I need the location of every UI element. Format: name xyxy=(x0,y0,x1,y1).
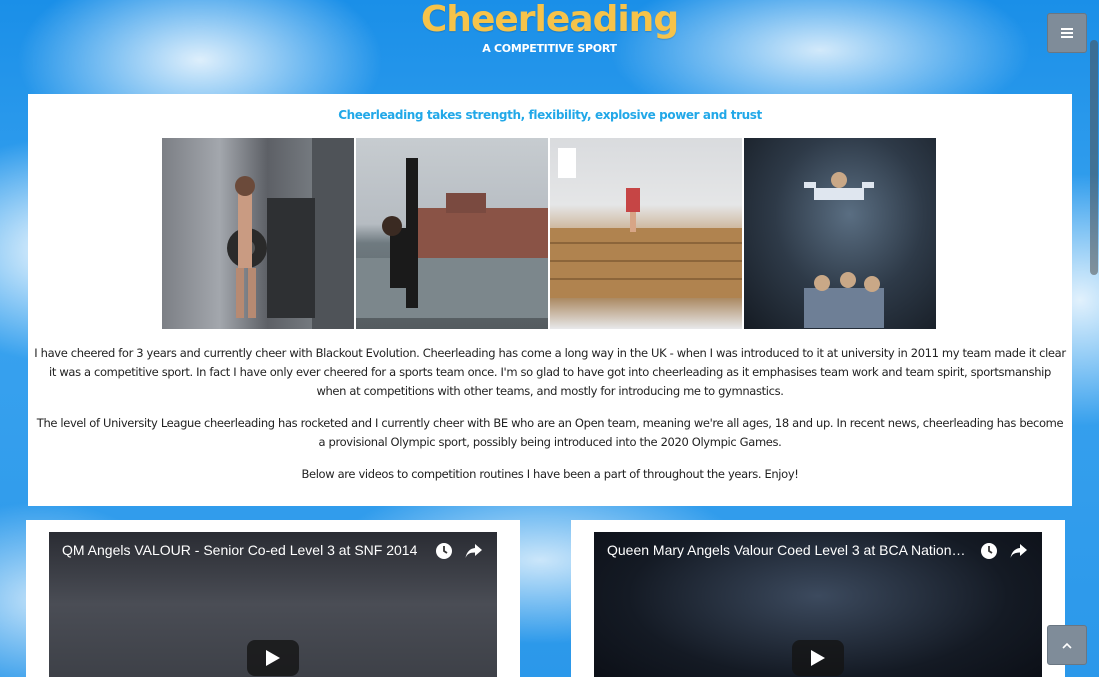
page-scrollbar[interactable] xyxy=(1090,40,1098,275)
video-card-2: Queen Mary Angels Valour Coed Level 3 at… xyxy=(571,520,1065,677)
video-title-1[interactable]: QM Angels VALOUR - Senior Co-ed Level 3 … xyxy=(62,542,422,558)
clock-icon[interactable] xyxy=(980,542,998,560)
intro-panel: Cheerleading takes strength, flexibility… xyxy=(28,94,1072,506)
chevron-up-icon xyxy=(1062,642,1072,649)
video-player-2[interactable]: Queen Mary Angels Valour Coed Level 3 at… xyxy=(594,532,1042,677)
play-button-1[interactable] xyxy=(247,640,299,676)
share-icon[interactable] xyxy=(465,542,483,560)
intro-paragraph-1: I have cheered for 3 years and currently… xyxy=(34,346,1066,398)
site-header: Cheerleading A COMPETITIVE SPORT xyxy=(0,0,1099,92)
photo-gallery xyxy=(162,138,936,329)
play-icon xyxy=(266,650,280,666)
back-to-top-button[interactable] xyxy=(1047,625,1087,665)
intro-paragraph-3: Below are videos to competition routines… xyxy=(301,467,799,481)
video-card-1: QM Angels VALOUR - Senior Co-ed Level 3 … xyxy=(26,520,520,677)
share-icon[interactable] xyxy=(1010,542,1028,560)
photo-stretch xyxy=(356,138,548,329)
tagline: Cheerleading takes strength, flexibility… xyxy=(338,108,762,122)
hamburger-icon xyxy=(1061,28,1073,38)
play-icon xyxy=(811,650,825,666)
site-subtitle: A COMPETITIVE SPORT xyxy=(482,42,617,55)
play-button-2[interactable] xyxy=(792,640,844,676)
site-title: Cheerleading xyxy=(420,0,679,40)
photo-weightlifting xyxy=(162,138,354,329)
video-player-1[interactable]: QM Angels VALOUR - Senior Co-ed Level 3 … xyxy=(49,532,497,677)
clock-icon[interactable] xyxy=(435,542,453,560)
video-title-2[interactable]: Queen Mary Angels Valour Coed Level 3 at… xyxy=(607,542,967,558)
photo-stunt xyxy=(744,138,936,329)
menu-button[interactable] xyxy=(1047,13,1087,53)
photo-flip xyxy=(550,138,742,329)
intro-text: I have cheered for 3 years and currently… xyxy=(34,344,1066,497)
intro-paragraph-2: The level of University League cheerlead… xyxy=(36,416,1064,449)
